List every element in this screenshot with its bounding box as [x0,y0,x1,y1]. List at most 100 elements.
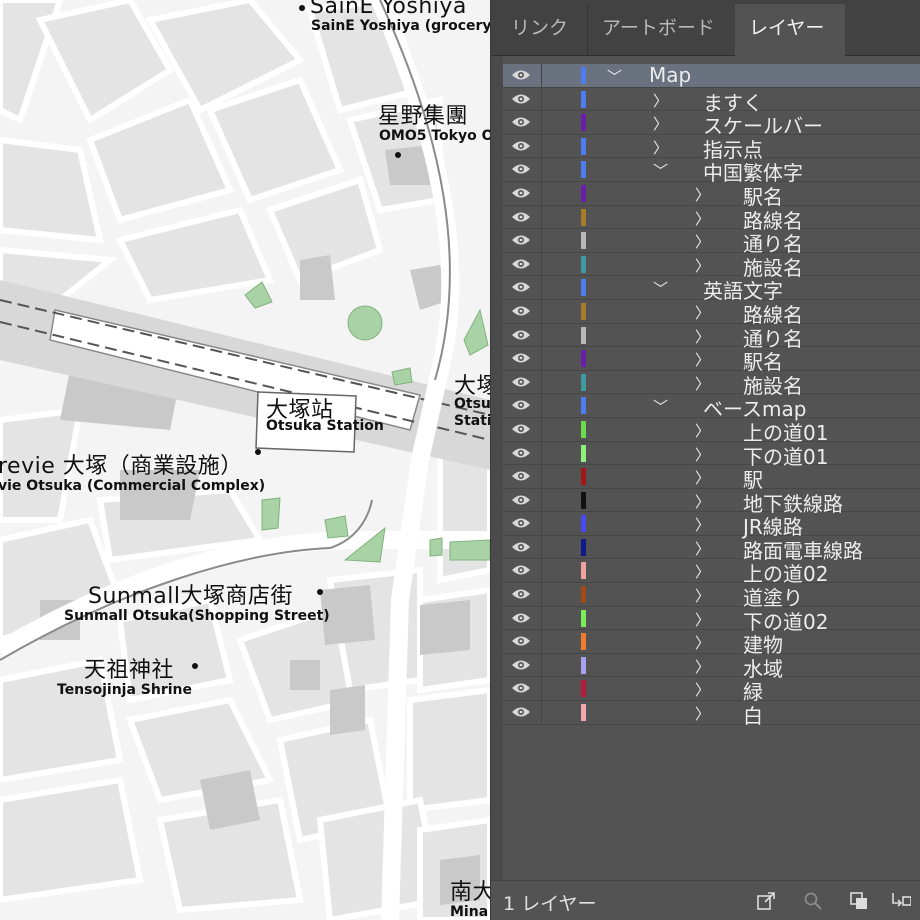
visibility-eye-icon[interactable] [511,233,531,247]
layer-row[interactable]: 〉白 [503,701,920,728]
visibility-eye-icon[interactable] [511,705,531,719]
chevron-right-icon[interactable]: 〉 [695,703,710,724]
chevron-right-icon[interactable]: 〉 [695,208,710,229]
layer-row[interactable]: 〉上の道02 [503,559,920,586]
visibility-eye-icon[interactable] [511,563,531,577]
visibility-eye-icon[interactable] [511,304,531,318]
chevron-right-icon[interactable]: 〉 [653,113,668,134]
layer-row[interactable]: ﹀ ベースmap [503,394,920,421]
visibility-eye-icon[interactable] [511,446,531,460]
visibility-eye-icon[interactable] [511,139,531,153]
layer-row[interactable]: ﹀ 中国繁体字 [503,158,920,185]
layer-row[interactable]: 〉駅 [503,465,920,492]
chevron-right-icon[interactable]: 〉 [695,491,710,512]
layer-row[interactable]: 〉下の道01 [503,441,920,469]
visibility-eye-icon[interactable] [511,280,531,294]
chevron-right-icon[interactable]: 〉 [695,326,710,347]
layer-row[interactable]: 〉ますく [503,87,920,115]
layer-row[interactable]: 〉指示点 [503,134,920,162]
chevron-right-icon[interactable]: 〉 [695,632,710,653]
layer-row[interactable]: 〉水域 [503,653,920,681]
layer-row[interactable]: ﹀ 英語文字 [503,276,920,303]
chevron-right-icon[interactable]: 〉 [695,467,710,488]
visibility-eye-icon[interactable] [511,587,531,601]
visibility-eye-icon[interactable] [511,210,531,224]
chevron-right-icon[interactable]: 〉 [695,679,710,700]
collect-icon[interactable] [849,891,869,911]
chevron-right-icon[interactable]: 〉 [695,609,710,630]
visibility-eye-icon[interactable] [511,469,531,483]
visibility-eye-icon[interactable] [511,611,531,625]
visibility-eye-icon[interactable] [511,92,531,106]
chevron-right-icon[interactable]: 〉 [695,255,710,276]
chevron-right-icon[interactable]: 〉 [695,302,710,323]
layer-color-swatch [581,656,586,674]
visibility-eye-icon[interactable] [511,422,531,436]
map-label-omo5-en: OMO5 Tokyo Ot [379,128,501,144]
layer-color-swatch [581,184,586,202]
chevron-right-icon[interactable]: 〉 [653,137,668,158]
layer-row[interactable]: 〉路線名 [503,299,920,327]
layer-row[interactable]: 〉スケールバー [503,111,920,138]
tab-artboards[interactable]: アートボード [587,4,729,56]
layer-row[interactable]: 〉 JR線路 [503,512,920,539]
visibility-eye-icon[interactable] [511,398,531,412]
layer-row[interactable]: 〉上の道01 [503,417,920,445]
chevron-down-icon[interactable]: ﹀ [653,160,668,181]
new-sublayer-icon[interactable] [891,891,911,911]
chevron-right-icon[interactable]: 〉 [695,514,710,535]
visibility-eye-icon[interactable] [511,493,531,507]
visibility-eye-icon[interactable] [511,516,531,530]
tab-links[interactable]: リンク [497,4,582,56]
visibility-eye-icon[interactable] [511,186,531,200]
visibility-eye-icon[interactable] [511,634,531,648]
chevron-right-icon[interactable]: 〉 [653,90,668,111]
chevron-right-icon[interactable]: 〉 [695,420,710,441]
visibility-eye-icon[interactable] [511,375,531,389]
chevron-right-icon[interactable]: 〉 [695,561,710,582]
layer-row[interactable]: 〉下の道02 [503,606,920,634]
visibility-eye-icon[interactable] [511,540,531,554]
row-divider [541,87,542,111]
chevron-right-icon[interactable]: 〉 [695,538,710,559]
layer-row[interactable]: 〉施設名 [503,252,920,280]
chevron-right-icon[interactable]: 〉 [695,373,710,394]
chevron-down-icon[interactable]: ﹀ [607,66,622,87]
chevron-right-icon[interactable]: 〉 [695,656,710,677]
visibility-eye-icon[interactable] [511,328,531,342]
chevron-right-icon[interactable]: 〉 [695,349,710,370]
visibility-eye-icon[interactable] [511,257,531,271]
map-label-sunmall-en: Sunmall Otsuka(Shopping Street) [64,608,330,624]
search-icon[interactable] [803,891,823,911]
layer-row[interactable]: 〉駅名 [503,347,920,374]
tab-layers[interactable]: レイヤー [735,4,845,56]
row-divider [541,229,542,252]
chevron-right-icon[interactable]: 〉 [695,585,710,606]
layer-row[interactable]: 〉駅名 [503,181,920,209]
layer-row[interactable]: 〉施設名 [503,370,920,398]
layer-row[interactable]: 〉通り名 [503,323,920,351]
layer-row[interactable]: 〉建物 [503,630,920,657]
visibility-eye-icon[interactable] [511,115,531,129]
layer-row[interactable]: 〉緑 [503,677,920,704]
visibility-eye-icon[interactable] [511,658,531,672]
chevron-right-icon[interactable]: 〉 [695,231,710,252]
chevron-right-icon[interactable]: 〉 [695,444,710,465]
row-divider [541,276,542,299]
row-divider [541,252,542,276]
layer-row[interactable]: ﹀ Map [503,63,920,88]
export-icon[interactable] [756,891,776,911]
layer-row[interactable]: 〉地下鉄線路 [503,488,920,516]
layer-row[interactable]: 〉路線名 [503,205,920,233]
chevron-down-icon[interactable]: ﹀ [653,396,668,417]
chevron-right-icon[interactable]: 〉 [695,184,710,205]
layer-row[interactable]: 〉道塗り [503,583,920,610]
visibility-eye-icon[interactable] [511,162,531,176]
chevron-down-icon[interactable]: ﹀ [653,278,668,299]
visibility-eye-icon[interactable] [511,681,531,695]
layer-color-swatch [581,161,586,179]
visibility-eye-icon[interactable] [511,351,531,365]
layer-row[interactable]: 〉通り名 [503,229,920,256]
visibility-eye-icon[interactable] [511,68,531,82]
layer-row[interactable]: 〉路面電車線路 [503,535,920,563]
